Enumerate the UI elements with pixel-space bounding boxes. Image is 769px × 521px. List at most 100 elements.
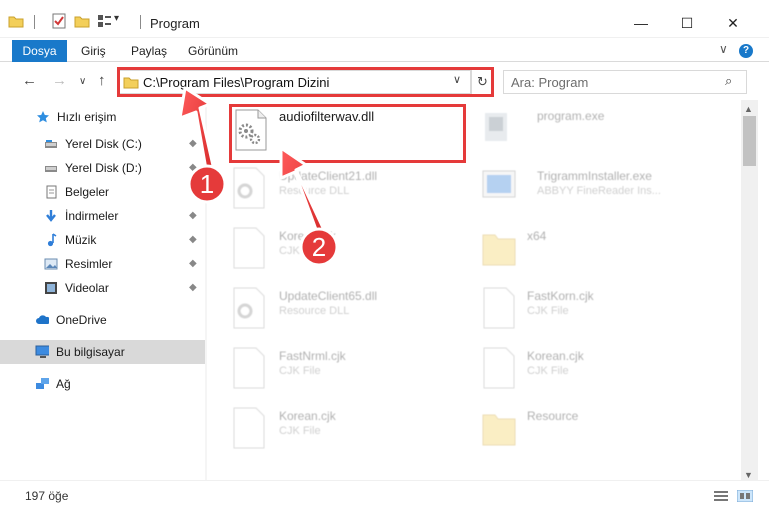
close-button[interactable]: ✕ (710, 8, 756, 38)
recent-locations-button[interactable]: ∨ (79, 76, 86, 87)
folder-icon (482, 234, 516, 266)
tab-share[interactable]: Paylaş (131, 44, 167, 58)
pin-icon: ◆ (189, 210, 197, 221)
dll-file-icon (233, 167, 265, 209)
window-title: Program (150, 16, 200, 31)
cloud-icon (36, 315, 49, 324)
status-bar (0, 480, 769, 521)
folder-icon[interactable] (8, 13, 24, 29)
drive-icon (45, 140, 57, 148)
item-count: 197 öğe (25, 489, 69, 503)
file-type: ABBYY FineReader Ins... (537, 185, 661, 197)
exe-file-icon (485, 113, 507, 141)
sidebar-item-network[interactable]: Ağ (0, 373, 205, 395)
up-button[interactable]: ↑ (98, 72, 106, 89)
star-icon (37, 111, 49, 123)
sidebar-item-pictures[interactable]: Resimler ◆ (0, 253, 205, 275)
installer-icon (482, 170, 516, 198)
drive-icon (45, 166, 57, 172)
sidebar-item-documents[interactable]: Belgeler ◆ (0, 181, 205, 203)
pin-icon: ◆ (189, 162, 197, 173)
title-bar: ▾ Program — ☐ ✕ (0, 0, 769, 38)
sidebar-item-label: Videolar (65, 281, 109, 295)
scroll-up-icon[interactable]: ▲ (744, 104, 753, 114)
scroll-thumb[interactable] (743, 116, 756, 166)
forward-button[interactable]: → (52, 72, 67, 89)
file-name: program.exe (537, 109, 605, 123)
pin-icon: ◆ (189, 258, 197, 269)
sidebar-item-downloads[interactable]: İndirmeler ◆ (0, 205, 205, 227)
folder-icon (482, 414, 516, 446)
tab-file[interactable]: Dosya (12, 40, 67, 62)
properties-icon[interactable] (51, 13, 67, 29)
file-highlight-box (229, 104, 466, 163)
documents-icon (46, 185, 57, 199)
sidebar-item-label: Belgeler (65, 185, 110, 199)
ribbon-expand-icon[interactable]: ∨ (719, 42, 728, 56)
file-icon (233, 407, 265, 449)
pictures-icon (44, 258, 58, 270)
tab-view[interactable]: Görünüm (188, 44, 238, 58)
file-icon (483, 287, 515, 329)
file-name: UpdateClient65.dll (279, 289, 378, 303)
pin-icon: ◆ (189, 186, 197, 197)
downloads-icon (46, 210, 56, 222)
file-name: TrigrammInstaller.exe (537, 169, 652, 183)
videos-icon (45, 282, 57, 294)
qa-separator (34, 15, 35, 29)
file-name: FastKorn.cjk (527, 289, 594, 303)
sidebar-item-label: Hızlı erişim (57, 110, 117, 124)
sidebar-item-label: Bu bilgisayar (56, 345, 125, 359)
sidebar-item-this-pc[interactable]: Bu bilgisayar (0, 340, 205, 364)
sidebar-item-quick-access[interactable]: Hızlı erişim (0, 106, 205, 128)
music-icon (47, 233, 57, 247)
ribbon: Dosya Giriş Paylaş Görünüm ∨ (0, 38, 769, 62)
navigation-pane: Hızlı erişim Yerel Disk (C:) ◆ Yerel Dis… (0, 100, 205, 480)
title-separator (140, 15, 141, 29)
pin-icon: ◆ (189, 234, 197, 245)
file-type: Resource DLL (279, 185, 350, 197)
sidebar-item-onedrive[interactable]: OneDrive (0, 309, 205, 331)
scroll-down-icon[interactable]: ▼ (744, 470, 753, 480)
sidebar-item-label: Müzik (65, 233, 97, 247)
file-name: FastNrml.cjk (279, 349, 346, 363)
pin-icon: ◆ (189, 138, 197, 149)
dll-file-icon (233, 287, 265, 329)
minimize-button[interactable]: — (618, 8, 664, 38)
large-icons-view-icon[interactable] (737, 490, 753, 502)
search-placeholder: Ara: Program (511, 75, 589, 90)
sidebar-item-label: İndirmeler (65, 209, 119, 223)
file-icon (233, 227, 265, 269)
details-view-icon[interactable] (713, 490, 729, 502)
tab-home[interactable]: Giriş (81, 44, 106, 58)
help-icon[interactable]: ? (739, 44, 753, 58)
file-type: CJK File (279, 365, 321, 377)
sidebar-item-local-disk-d[interactable]: Yerel Disk (D:) ◆ (0, 157, 205, 179)
address-highlight-box (117, 67, 494, 97)
back-button[interactable]: ← (22, 72, 37, 89)
file-icon (483, 347, 515, 389)
sidebar-item-local-disk-c[interactable]: Yerel Disk (C:) ◆ (0, 133, 205, 155)
qa-dropdown-icon[interactable]: ▾ (114, 13, 119, 29)
sidebar-item-videos[interactable]: Videolar ◆ (0, 277, 205, 299)
maximize-button[interactable]: ☐ (664, 8, 710, 38)
file-type: CJK File (527, 365, 569, 377)
file-name: Resource (527, 409, 579, 423)
file-name: UpdateClient21.dll (279, 169, 378, 183)
sidebar-item-label: Yerel Disk (C:) (65, 137, 142, 151)
network-icon (36, 378, 49, 389)
pin-icon: ◆ (189, 282, 197, 293)
search-icon[interactable]: ⌕ (725, 73, 732, 89)
file-type: Resource DLL (279, 305, 350, 317)
sidebar-item-label: Yerel Disk (D:) (65, 161, 142, 175)
file-name: Korean.cjk (527, 349, 584, 363)
new-folder-icon[interactable] (74, 13, 90, 29)
sidebar-item-label: OneDrive (56, 313, 107, 327)
file-name: Korean.cjk (279, 229, 336, 243)
sidebar-item-music[interactable]: Müzik ◆ (0, 229, 205, 251)
customize-icon[interactable] (96, 13, 112, 29)
file-type: CJK File (527, 305, 569, 317)
sidebar-item-label: Ağ (56, 377, 71, 391)
file-name: Korean.cjk (279, 409, 336, 423)
file-icon (233, 347, 265, 389)
